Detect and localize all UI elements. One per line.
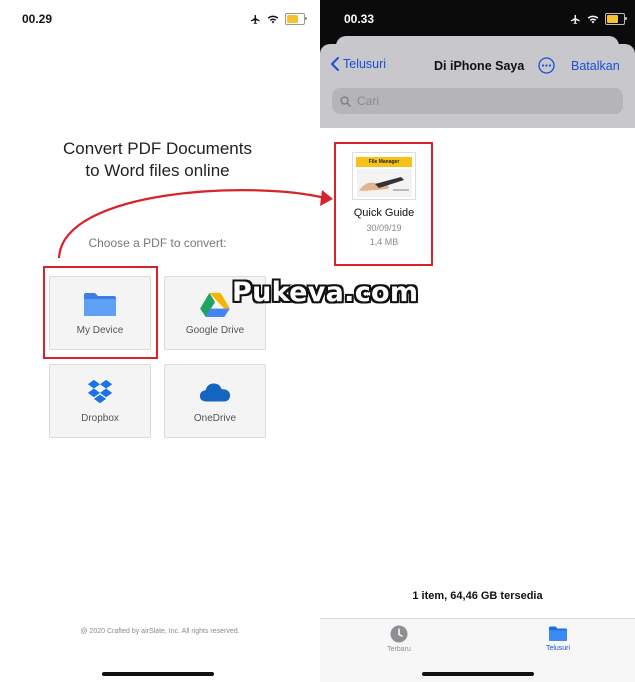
arrowhead-icon bbox=[320, 190, 333, 206]
annotation-arrow bbox=[57, 189, 333, 259]
watermark-logo: Pukeva.com bbox=[232, 277, 419, 308]
